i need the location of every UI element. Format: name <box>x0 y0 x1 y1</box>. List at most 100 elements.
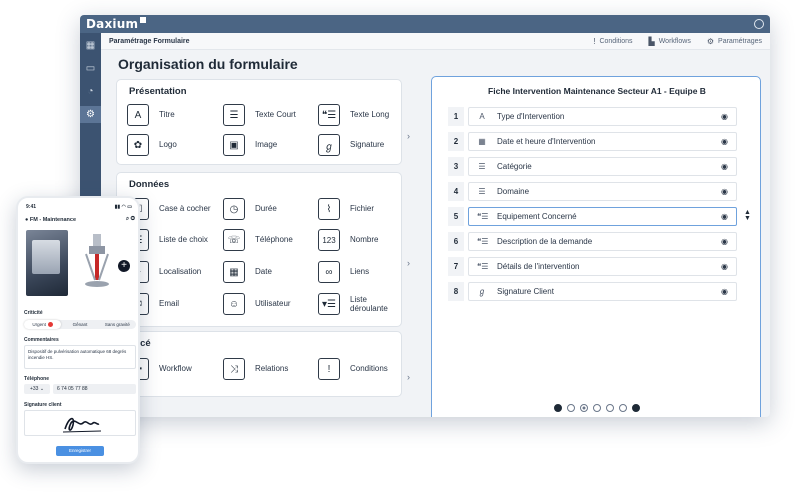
form-field-row[interactable]: 2 ▦ Date et heure d'Intervention ◉ <box>448 132 737 151</box>
pagination-dot[interactable] <box>593 404 601 412</box>
field-type-nombre[interactable]: 123 Nombre <box>318 229 414 251</box>
search-icon[interactable]: ⌕ <box>126 216 129 222</box>
pagination-dot-current[interactable] <box>580 404 588 412</box>
field-type-logo[interactable]: ✿ Logo <box>127 134 223 156</box>
field-type-icon: ❝☰ <box>477 212 489 221</box>
sprinkler-image <box>85 234 109 287</box>
field-type-relations[interactable]: ⤨ Relations <box>223 358 319 380</box>
phone-icon: ☏ <box>223 229 245 251</box>
add-photo-icon[interactable]: + <box>118 260 130 272</box>
page-title: Organisation du formulaire <box>118 56 298 72</box>
settings-icon[interactable]: ⚙ <box>80 106 101 123</box>
field-number: 8 <box>448 282 464 301</box>
phone-nav-icons: ⌕ ◎ <box>126 216 135 223</box>
short-text-icon: ☰ <box>223 104 245 126</box>
field-type-utilisateur[interactable]: ☺ Utilisateur <box>223 293 319 315</box>
conditions-tab[interactable]: ! Conditions <box>593 37 632 46</box>
logo-icon: ✿ <box>127 134 149 156</box>
dropdown-list-icon: ▾☰ <box>318 293 340 315</box>
field-type-workflow[interactable]: ✚Workflow <box>127 358 223 380</box>
user-icon[interactable] <box>754 19 764 29</box>
pagination-dot[interactable] <box>567 404 575 412</box>
field-type-localisation[interactable]: ⌖Localisation <box>127 261 223 283</box>
chevron-right-icon[interactable]: › <box>407 372 410 382</box>
signature-pad[interactable] <box>24 410 136 436</box>
eye-icon[interactable]: ◉ <box>721 262 728 271</box>
phone-number-input[interactable]: 6 74 05 77 88 <box>53 384 136 394</box>
form-field-row[interactable]: 7 ❝☰ Détails de l'intervention ◉ <box>448 257 737 276</box>
form-field-row[interactable]: 6 ❝☰ Description de la demande ◉ <box>448 232 737 251</box>
commentaires-textarea[interactable]: Dispositif de pulvérisation automatique … <box>24 345 136 369</box>
workflows-tab[interactable]: ▙ Workflows <box>649 37 691 46</box>
field-type-icon: ℊ <box>478 287 486 296</box>
item-label: Date <box>255 267 272 277</box>
field-type-case-a-cocher[interactable]: ☑Case à cocher <box>127 198 223 220</box>
eye-icon[interactable]: ◉ <box>721 237 728 246</box>
signature-label: Signature client <box>24 402 62 408</box>
form-field-row[interactable]: 8 ℊ Signature Client ◉ <box>448 282 737 301</box>
country-code-select[interactable]: +33 ⌄ <box>24 384 50 394</box>
eye-icon[interactable]: ◉ <box>721 212 728 221</box>
field-type-icon: ▦ <box>478 137 486 146</box>
chart-icon[interactable]: ◔ <box>80 83 101 100</box>
main-content: Organisation du formulaire Présentation … <box>101 50 770 417</box>
phone-title: FM - Maintenance <box>29 216 77 223</box>
photo-thumbnail[interactable] <box>26 230 68 296</box>
criticite-option-urgent[interactable]: Urgent <box>24 320 62 329</box>
save-button[interactable]: Enregistrer <box>56 446 104 456</box>
add-page-icon[interactable] <box>632 404 640 412</box>
item-label: Utilisateur <box>255 299 291 309</box>
grid-icon[interactable]: ▦ <box>80 37 101 54</box>
field-type-conditions[interactable]: ! Conditions <box>318 358 414 380</box>
field-type-duree[interactable]: ◷ Durée <box>223 198 319 220</box>
form-field-row[interactable]: 1 A Type d'Intervention ◉ <box>448 107 737 126</box>
conditions-label: Conditions <box>599 37 633 45</box>
field-number: 3 <box>448 157 464 176</box>
field-type-telephone[interactable]: ☏ Téléphone <box>223 229 319 251</box>
field-number: 1 <box>448 107 464 126</box>
pagination-dot[interactable] <box>606 404 614 412</box>
field-type-liste-de-choix[interactable]: ☰Liste de choix <box>127 229 223 251</box>
item-label: Email <box>159 299 180 309</box>
eye-icon[interactable]: ◉ <box>721 137 728 146</box>
parametrages-tab[interactable]: ⚙ Paramétrages <box>707 37 762 46</box>
form-field-row[interactable]: 3 ☰ Catégorie ◉ <box>448 157 737 176</box>
form-field-row-selected[interactable]: 5 ❝☰ Equipement Concerné ◉ <box>448 207 737 226</box>
field-type-signature[interactable]: ℊ Signature <box>318 134 414 156</box>
field-number: 6 <box>448 232 464 251</box>
field-type-date[interactable]: ▦ Date <box>223 261 319 283</box>
field-label: Détails de l'intervention <box>497 262 580 271</box>
settings-icon[interactable]: ◎ <box>131 216 135 222</box>
eye-icon[interactable]: ◉ <box>721 187 728 196</box>
item-label: Nombre <box>350 235 379 245</box>
field-type-titre[interactable]: A Titre <box>127 104 223 126</box>
field-type-fichier[interactable]: ⌇ Fichier <box>318 198 414 220</box>
field-label: Domaine <box>497 187 530 196</box>
criticite-option-sans-gravite[interactable]: Sans gravité <box>99 322 136 327</box>
eye-icon[interactable]: ◉ <box>721 162 728 171</box>
pagination-dot[interactable] <box>619 404 627 412</box>
reorder-arrows-icon[interactable]: ▲ ▼ <box>744 209 751 222</box>
field-type-texte-long[interactable]: ❝☰ Texte Long <box>318 104 414 126</box>
title-bar: Daxium <box>80 15 770 33</box>
chevron-right-icon[interactable]: › <box>407 131 410 141</box>
field-type-liste-deroulante[interactable]: ▾☰ Liste déroulante <box>318 293 414 315</box>
pagination-dot[interactable] <box>554 404 562 412</box>
eye-icon[interactable]: ◉ <box>721 112 728 121</box>
item-label: Localisation <box>159 267 202 277</box>
chevron-right-icon[interactable]: › <box>407 258 410 268</box>
field-type-liens[interactable]: ∞ Liens <box>318 261 414 283</box>
field-type-texte-court[interactable]: ☰ Texte Court <box>223 104 319 126</box>
criticite-segmented: Urgent Gênant Sans gravité <box>24 320 136 329</box>
eye-icon[interactable]: ◉ <box>721 287 728 296</box>
calendar-icon[interactable]: ▭ <box>80 60 101 77</box>
field-type-image[interactable]: ▣ Image <box>223 134 319 156</box>
form-field-row[interactable]: 4 ☰ Domaine ◉ <box>448 182 737 201</box>
item-label: Liste déroulante <box>350 294 388 313</box>
phone-mockup: 9:41 ▮▮ ◠ ▭ ● FM - Maintenance ⌕ ◎ + Cri… <box>16 196 140 464</box>
field-label: Description de la demande <box>497 237 593 246</box>
section-donnees: Données ☑Case à cocher ◷ Durée ⌇ Fichier ☰… <box>116 172 402 327</box>
criticite-option-genant[interactable]: Gênant <box>61 322 98 327</box>
field-type-email[interactable]: ✉Email <box>127 293 223 315</box>
back-icon[interactable]: ● <box>25 217 28 223</box>
